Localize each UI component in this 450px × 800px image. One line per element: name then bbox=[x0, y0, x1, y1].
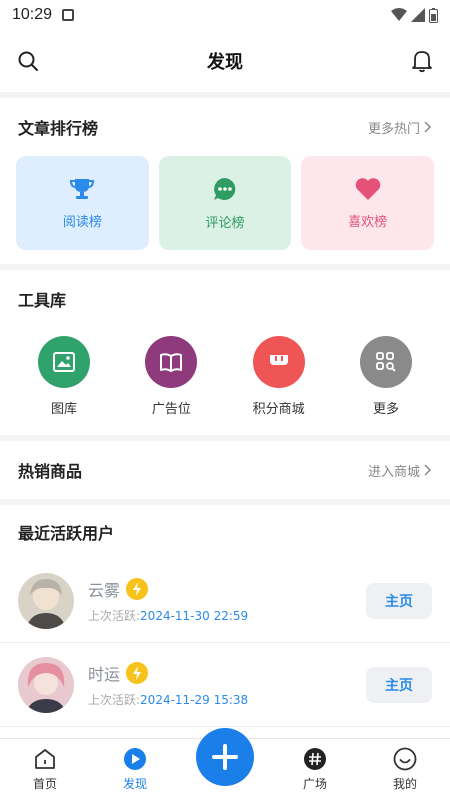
nav-home[interactable]: 首页 bbox=[0, 739, 90, 800]
ranking-title: 文章排行榜 bbox=[18, 119, 99, 138]
points-store-label: 积分商城 bbox=[252, 402, 305, 417]
tools-section: 工具库 图库 广告位 积分商城 更多 bbox=[0, 270, 450, 435]
user-row: 云雾 上次活跃:2024-11-30 22:59 主页 bbox=[0, 559, 450, 643]
status-icons bbox=[391, 7, 438, 23]
battery-icon bbox=[429, 7, 438, 23]
points-store-icon-circle bbox=[252, 336, 305, 388]
avatar[interactable] bbox=[18, 656, 74, 713]
ad-slot-label: 广告位 bbox=[151, 402, 191, 417]
read-rank-label: 阅读榜 bbox=[62, 214, 102, 230]
store-icon bbox=[269, 355, 288, 365]
user-name: 云雾 bbox=[88, 581, 121, 600]
discover-page: 10:29 发现 文章排行榜 更多热门 阅读榜 评论榜 喜欢榜 工具库 图库 广… bbox=[0, 0, 450, 800]
ad-slot-icon-circle bbox=[145, 336, 198, 388]
enter-store-link[interactable]: 进入商城 bbox=[368, 461, 432, 480]
enter-store-label: 进入商城 bbox=[367, 464, 420, 480]
notification-button[interactable] bbox=[408, 47, 436, 75]
grid-search-icon bbox=[376, 352, 396, 372]
nav-square-label: 广场 bbox=[302, 777, 327, 791]
nav-discover[interactable]: 发现 bbox=[90, 739, 180, 800]
more-hot-link[interactable]: 更多热门 bbox=[368, 118, 432, 137]
gallery-icon-circle bbox=[38, 336, 90, 388]
read-rank-card[interactable]: 阅读榜 bbox=[16, 156, 149, 250]
bolt-icon bbox=[126, 578, 149, 600]
nav-profile[interactable]: 我的 bbox=[360, 739, 450, 800]
hashtag-icon bbox=[304, 748, 326, 770]
tool-more[interactable]: 更多 bbox=[356, 336, 416, 417]
user-homepage-button[interactable]: 主页 bbox=[366, 666, 432, 703]
hot-goods-title: 热销商品 bbox=[18, 462, 83, 481]
last-active-date: 2024-11-29 15:38 bbox=[140, 693, 249, 707]
gallery-label: 图库 bbox=[50, 402, 77, 417]
chevron-right-icon bbox=[424, 121, 432, 133]
user-name: 时运 bbox=[88, 665, 121, 684]
tools-title: 工具库 bbox=[18, 291, 67, 310]
nav-profile-label: 我的 bbox=[392, 777, 417, 791]
comment-rank-card[interactable]: 评论榜 bbox=[158, 156, 292, 250]
notification-icon bbox=[62, 9, 75, 21]
active-users-title: 最近活跃用户 bbox=[18, 524, 115, 543]
last-active-label: 上次活跃: bbox=[88, 609, 141, 623]
status-bar: 10:29 bbox=[0, 0, 450, 30]
tool-gallery[interactable]: 图库 bbox=[34, 336, 94, 417]
discover-icon bbox=[124, 748, 146, 770]
nav-home-label: 首页 bbox=[32, 777, 57, 791]
wifi-icon bbox=[391, 8, 407, 21]
plus-icon bbox=[212, 744, 238, 770]
profile-icon bbox=[393, 747, 417, 771]
tool-ad-slot[interactable]: 广告位 bbox=[141, 336, 201, 417]
search-button[interactable] bbox=[14, 47, 42, 75]
status-time: 10:29 bbox=[12, 6, 53, 23]
signal-icon bbox=[411, 8, 425, 22]
chevron-right-icon bbox=[424, 464, 432, 476]
app-header: 发现 bbox=[0, 30, 450, 92]
nav-square[interactable]: 广场 bbox=[270, 739, 360, 800]
ranking-section: 文章排行榜 更多热门 阅读榜 评论榜 喜欢榜 bbox=[0, 98, 450, 264]
bolt-icon bbox=[126, 662, 149, 684]
book-icon bbox=[160, 353, 183, 372]
avatar[interactable] bbox=[18, 572, 74, 629]
chat-icon bbox=[214, 177, 236, 200]
user-row: 时运 上次活跃:2024-11-29 15:38 主页 bbox=[0, 643, 450, 727]
bell-icon bbox=[412, 51, 432, 73]
trophy-icon bbox=[70, 178, 95, 199]
heart-icon bbox=[355, 177, 380, 200]
hot-goods-section: 热销商品 进入商城 bbox=[0, 441, 450, 499]
nav-discover-label: 发现 bbox=[122, 777, 147, 791]
user-homepage-button[interactable]: 主页 bbox=[366, 582, 432, 619]
like-rank-card[interactable]: 喜欢榜 bbox=[301, 156, 435, 250]
image-icon bbox=[53, 352, 75, 372]
more-tools-icon-circle bbox=[359, 336, 412, 388]
like-rank-label: 喜欢榜 bbox=[348, 214, 388, 230]
search-icon bbox=[18, 51, 38, 71]
page-title: 发现 bbox=[207, 52, 243, 73]
last-active-date: 2024-11-30 22:59 bbox=[140, 609, 249, 623]
tool-points-store[interactable]: 积分商城 bbox=[249, 336, 309, 417]
last-active-label: 上次活跃: bbox=[88, 693, 141, 707]
create-post-button[interactable] bbox=[196, 728, 254, 786]
home-icon bbox=[35, 749, 55, 769]
more-tools-label: 更多 bbox=[372, 402, 399, 417]
comment-rank-label: 评论榜 bbox=[205, 215, 245, 231]
more-hot-label: 更多热门 bbox=[367, 121, 420, 137]
